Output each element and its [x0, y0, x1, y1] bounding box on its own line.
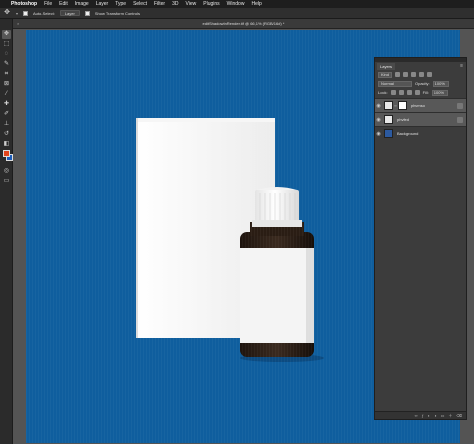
layers-list: ◉ ∞ phvmso ◉ phvfed ◉ Background: [375, 98, 466, 140]
document-title: editShadowInRender.tif @ 66,1% (RGB/16#)…: [202, 21, 285, 26]
document-tab[interactable]: × editShadowInRender.tif @ 66,1% (RGB/16…: [13, 19, 474, 29]
screen-mode-icon[interactable]: ▭: [2, 177, 11, 186]
auto-select-label: Auto-Select:: [33, 10, 55, 16]
chevron-down-icon[interactable]: ▾: [16, 11, 18, 16]
layer-thumbnail: [384, 115, 393, 124]
crop-tool-icon[interactable]: ⌗: [2, 70, 11, 79]
menu-view[interactable]: View: [186, 1, 197, 7]
menu-file[interactable]: File: [44, 1, 52, 7]
layer-name[interactable]: Background: [397, 131, 466, 136]
new-layer-icon[interactable]: ＋: [448, 413, 452, 419]
lock-position-icon[interactable]: [406, 90, 412, 95]
close-icon[interactable]: ×: [17, 21, 19, 26]
layer-thumbnail: [384, 129, 393, 138]
layer-kind-dropdown[interactable]: Kind: [378, 71, 393, 78]
filter-pixel-icon[interactable]: [395, 72, 401, 77]
move-tool-icon[interactable]: ✥: [3, 9, 11, 17]
lock-row: Lock: Fill: 100%: [375, 88, 466, 97]
history-brush-icon[interactable]: ↺: [2, 130, 11, 139]
auto-select-checkbox[interactable]: [23, 10, 29, 16]
filter-smart-object-icon[interactable]: [427, 72, 433, 77]
layer-mask-thumbnail[interactable]: [397, 101, 407, 110]
layer-row[interactable]: ◉ Background: [375, 126, 466, 140]
options-bar: ✥ ▾ Auto-Select: Layer Show Transform Co…: [0, 8, 474, 19]
menu-type[interactable]: Type: [115, 1, 126, 7]
layer-thumbnail: [384, 101, 393, 110]
menu-layer[interactable]: Layer: [96, 1, 109, 7]
menu-image[interactable]: Image: [75, 1, 89, 7]
layer-row[interactable]: ◉ phvfed: [375, 112, 466, 126]
lock-all-icon[interactable]: [414, 90, 420, 95]
transform-controls-checkbox[interactable]: [84, 10, 90, 16]
eyedropper-tool-icon[interactable]: ⁄: [2, 90, 11, 99]
quick-select-tool-icon[interactable]: ✎: [2, 60, 11, 69]
tools-panel: ✥ ⬚ ◌ ✎ ⌗ ⊠ ⁄ ✚ ✐ ⊥ ↺ ◧ ◎ ▭: [0, 19, 13, 444]
new-group-icon[interactable]: ▭: [441, 413, 445, 418]
smart-object-icon: [457, 102, 463, 109]
fill-field[interactable]: 100%: [431, 89, 448, 96]
healing-brush-icon[interactable]: ✚: [2, 100, 11, 109]
menu-app-name[interactable]: Photoshop: [11, 1, 37, 7]
blend-mode-dropdown[interactable]: Normal: [378, 80, 412, 87]
foreground-color-swatch[interactable]: [3, 150, 10, 157]
menu-window[interactable]: Window: [227, 1, 245, 7]
menu-filter[interactable]: Filter: [154, 1, 165, 7]
layer-filter-row: Kind: [375, 70, 466, 79]
menu-bar: Photoshop File Edit Image Layer Type Sel…: [0, 0, 474, 8]
blend-row: Normal Opacity: 100%: [375, 79, 466, 88]
eraser-tool-icon[interactable]: ◧: [2, 140, 11, 149]
fill-label: Fill:: [422, 90, 429, 95]
adjustment-layer-icon[interactable]: ◑: [434, 413, 436, 418]
lasso-tool-icon[interactable]: ◌: [2, 50, 11, 59]
link-chain-icon[interactable]: ∞: [394, 103, 397, 108]
menu-help[interactable]: Help: [251, 1, 261, 7]
clone-stamp-icon[interactable]: ⊥: [2, 120, 11, 129]
layer-name[interactable]: phvmso: [411, 103, 457, 108]
lock-transparency-icon[interactable]: [390, 90, 396, 95]
transform-controls-label: Show Transform Controls: [94, 10, 140, 16]
add-mask-icon[interactable]: ◐: [428, 413, 430, 418]
brush-tool-icon[interactable]: ✐: [2, 110, 11, 119]
lock-pixels-icon[interactable]: [398, 90, 404, 95]
auto-select-dropdown[interactable]: Layer: [59, 10, 80, 16]
marquee-tool-icon[interactable]: ⬚: [2, 40, 11, 49]
visibility-eye-icon[interactable]: ◉: [375, 103, 382, 109]
menu-edit[interactable]: Edit: [59, 1, 68, 7]
menu-select[interactable]: Select: [133, 1, 147, 7]
move-tool-icon[interactable]: ✥: [2, 30, 11, 39]
frame-tool-icon[interactable]: ⊠: [2, 80, 11, 89]
layer-row[interactable]: ◉ ∞ phvmso: [375, 98, 466, 112]
layer-name[interactable]: phvfed: [397, 117, 457, 122]
menu-plugins[interactable]: Plugins: [203, 1, 219, 7]
layers-footer: ∞ ƒ ◐ ◑ ▭ ＋ ⌫: [375, 411, 466, 419]
panel-menu-icon[interactable]: ≡: [460, 63, 463, 69]
quick-mask-icon[interactable]: ◎: [2, 167, 11, 176]
filter-type-icon[interactable]: [411, 72, 417, 77]
tab-layers[interactable]: Layers: [377, 63, 396, 70]
lock-label: Lock:: [378, 90, 388, 95]
menu-3d[interactable]: 3D: [172, 1, 178, 7]
opacity-label: Opacity:: [415, 81, 430, 86]
delete-layer-icon[interactable]: ⌫: [456, 413, 462, 418]
link-layers-icon[interactable]: ∞: [415, 413, 418, 418]
panel-header-bar[interactable]: [375, 58, 466, 62]
fx-icon[interactable]: ƒ: [421, 413, 423, 418]
filter-shape-icon[interactable]: [419, 72, 425, 77]
layers-panel: Layers ≡ Kind Normal Opacity: 100% Lock:…: [374, 57, 467, 420]
visibility-eye-icon[interactable]: ◉: [375, 131, 382, 137]
filter-adjustment-icon[interactable]: [403, 72, 409, 77]
visibility-eye-icon[interactable]: ◉: [375, 117, 382, 123]
opacity-field[interactable]: 100%: [432, 80, 449, 87]
smart-object-icon: [457, 116, 463, 123]
